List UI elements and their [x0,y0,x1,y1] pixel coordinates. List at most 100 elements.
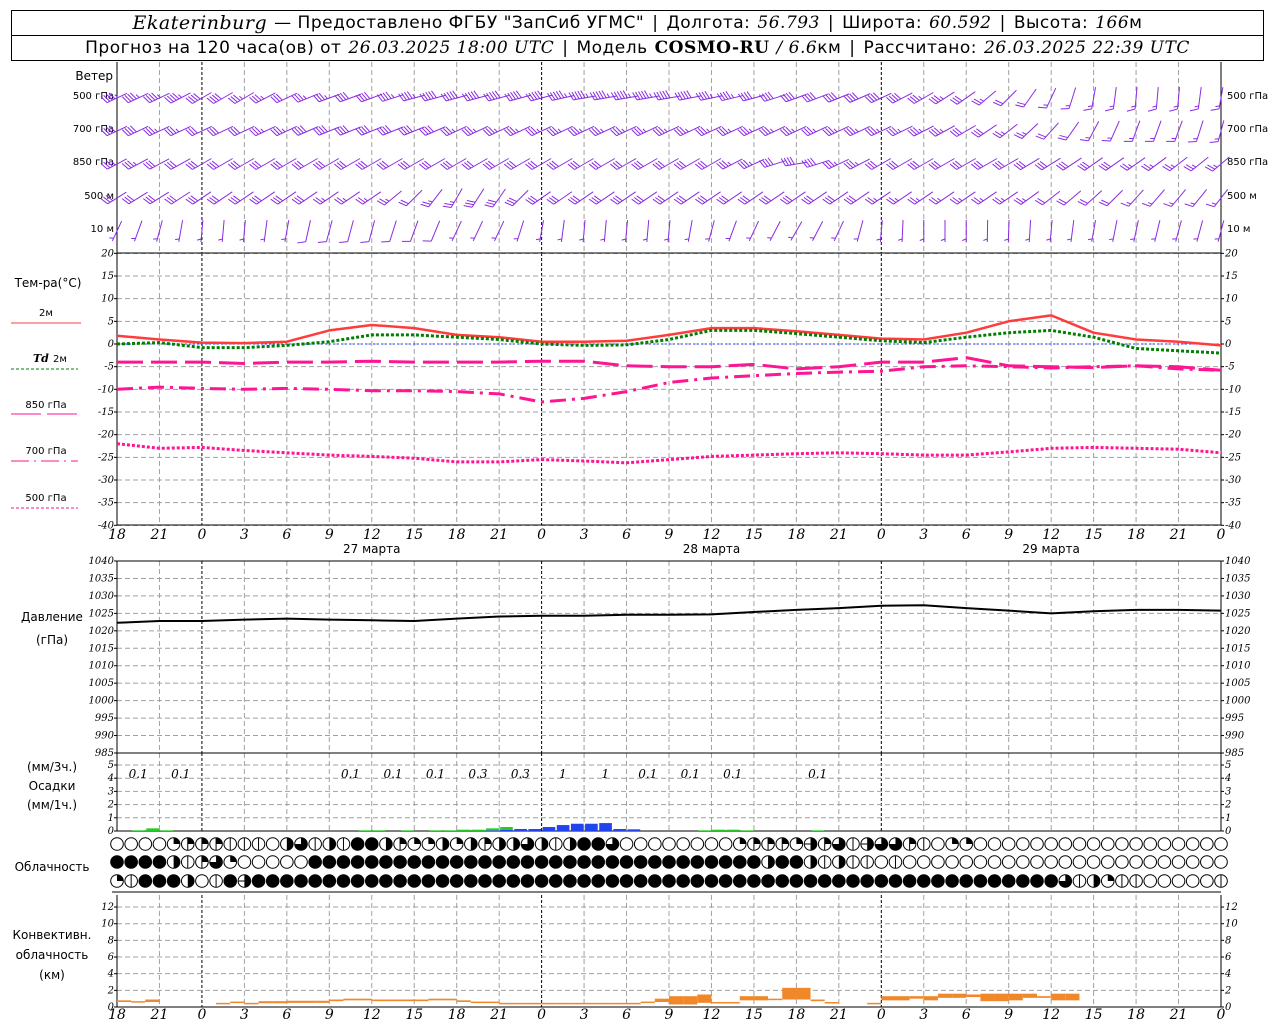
cloud-circle [350,874,365,888]
cloud-circle [265,837,280,851]
cloud-cover-symbol [874,837,889,851]
cloud-cover-symbol [1157,874,1172,888]
cloud-circle [407,874,422,888]
wind-barb-half-feather [748,128,753,133]
cloud-circle [1214,855,1228,869]
wind-barb-feather [422,201,431,205]
wind-barb [291,191,318,205]
convective-cloud-bar [400,999,415,1002]
wind-barb-half-feather [493,128,498,133]
cloud-circle [322,855,337,869]
wind-barb-half-feather [919,238,924,241]
convective-cloud-bar [640,1001,655,1004]
wind-barb-half-feather [342,197,347,202]
time-tick-label-bottom: 15 [405,1007,423,1023]
precip-ytick-right: 4 [1224,773,1231,784]
cloud-cover-symbol [506,874,521,888]
wind-barb-shaft [1195,120,1204,142]
wind-barb-shaft [728,220,737,242]
cloud-quarter [456,837,463,844]
cloud-cover-symbol [633,855,648,869]
pressure-ytick-left: 1005 [89,678,114,689]
cloud-cover-symbol [676,874,690,888]
cloud-circle [1200,837,1214,851]
cloud-cover-symbol [1185,837,1200,851]
cloud-cover-symbol [577,855,591,869]
wind-barb [567,191,594,205]
wind-barb-half-feather [833,161,838,166]
wind-barb-half-feather [1130,238,1135,240]
wind-barb-half-feather [939,128,944,133]
time-tick-label: 21 [489,527,508,543]
cloud-half [569,837,577,851]
cloud-circle [110,855,124,869]
precip-ytick-left: 1 [108,813,114,824]
wind-barb-half-feather [449,201,455,203]
cloud-circle [945,855,959,869]
convective-cloud-bar [669,996,684,1005]
cloud-cover-symbol [180,837,195,851]
wind-barb [557,220,565,242]
pressure-ytick-left: 1040 [89,556,115,567]
cloud-circle [1016,855,1030,869]
cloud-circle [336,855,351,869]
time-tick-label-bottom: 3 [919,1007,928,1023]
wind-barb-half-feather [897,128,902,133]
wind-barb [864,191,891,205]
convective-cloud-bar [272,1001,287,1004]
cloud-half [867,837,874,851]
wind-barb [249,191,276,205]
cloud-circle [166,874,181,888]
cloud-cover-symbol [1200,874,1214,888]
wind-barb-shaft [1112,220,1118,242]
wind-barb [270,92,298,104]
cloud-cover-symbol [506,855,521,869]
convective-cloud-bar [117,1000,132,1003]
time-tick-label-bottom: 12 [1042,1007,1060,1023]
wind-barb-half-feather [451,128,456,133]
cloud-circle [294,855,308,869]
wind-barb-shaft [1020,157,1040,171]
cloud-circle [874,855,889,869]
cloud-circle [633,837,648,851]
wind-barb-shaft [553,191,573,205]
cloud-cover-symbol [1044,874,1058,888]
cloud-circle [577,855,591,869]
time-tick-label-bottom: 9 [325,1007,334,1023]
wind-barb-shaft [595,191,615,205]
cloud-cover-symbol [506,837,521,851]
cloud-cover-symbol [364,874,379,888]
cloud-cover-symbol [987,855,1002,869]
cloud-cover-symbol [945,874,959,888]
cloud-circle [1157,855,1172,869]
cloud-cover-symbol [718,837,733,851]
wind-barb [1098,157,1125,171]
cloud-cover-symbol [732,855,747,869]
cloud-circle [633,855,648,869]
cloud-cover-symbol [138,837,153,851]
temp-ytick-right: -40 [1225,520,1242,531]
cloud-cover-symbol [180,855,195,869]
wind-barb-shaft [560,220,565,242]
wind-barb-half-feather [178,94,182,98]
cloud-cover-symbol [520,837,535,851]
wind-barb [1144,120,1162,142]
wind-barb [642,219,650,243]
snow-bar [528,829,542,831]
wind-barb [206,191,233,205]
meteogram: Ветер Тем-ра(°C) 2м Td 2м 850 гПа 700 гП… [11,62,1268,1023]
rain-bar [457,829,471,831]
cloud-cover-symbol [945,837,959,851]
wind-barb-half-feather [663,128,668,133]
cloud-cover-symbol [251,837,266,851]
wind-barb-feather [1205,203,1215,208]
wind-barb [153,220,163,242]
wind-barb [164,191,191,205]
convective-cloud-bar [810,999,825,1002]
wind-barb-feather [1126,108,1136,112]
cloud-cover-symbol [987,874,1002,888]
convective-ytick-right: 0 [1225,1002,1232,1013]
date-label: 29 марта [1022,542,1079,556]
convective-cloud-bar [357,998,372,1001]
temp-ytick-left: -25 [98,452,114,463]
